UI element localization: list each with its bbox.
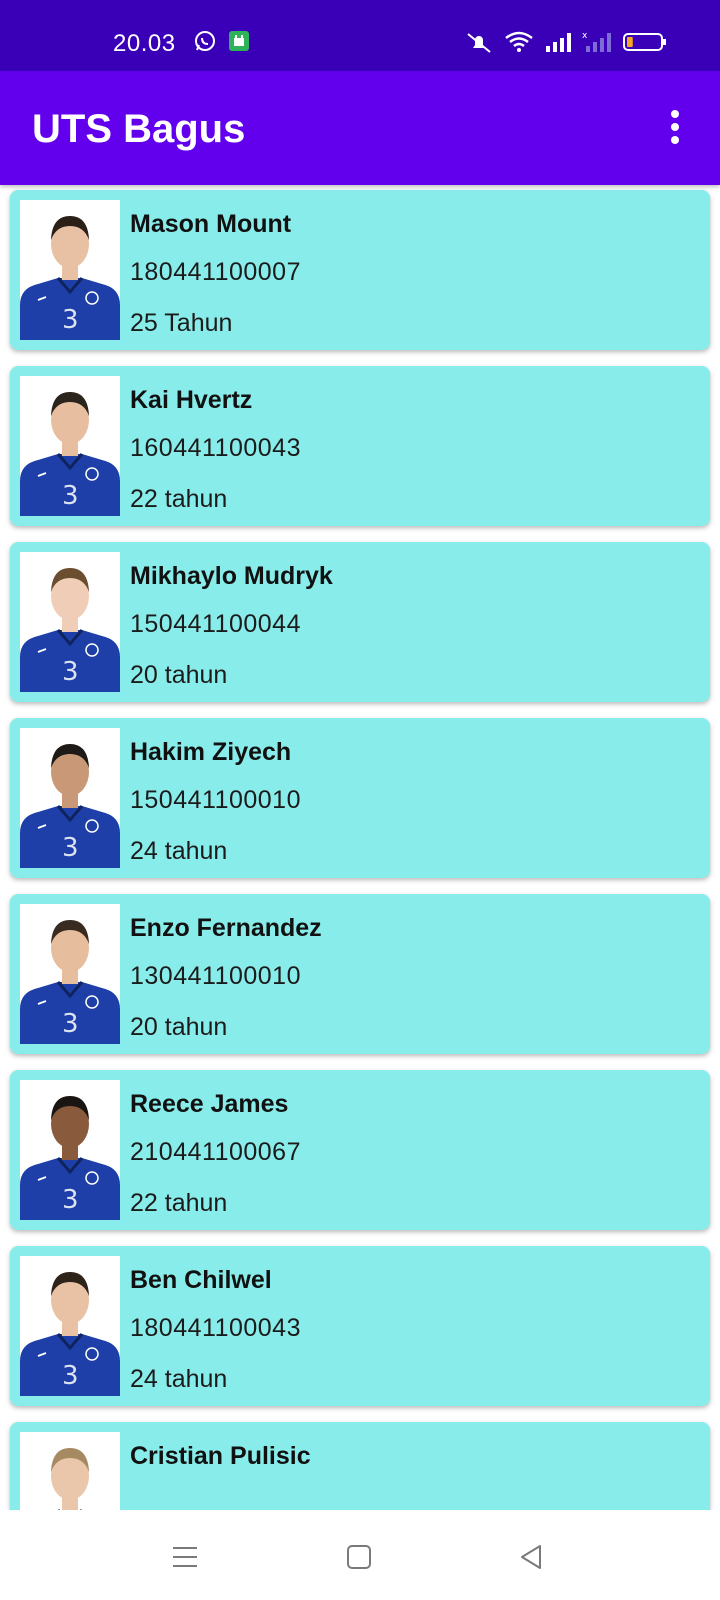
- player-portrait-icon: 3: [20, 376, 120, 516]
- player-photo: 3: [20, 904, 120, 1044]
- player-age: 20 tahun: [130, 1013, 228, 1041]
- whatsapp-icon: [194, 30, 216, 57]
- player-portrait-icon: 3: [20, 1432, 120, 1510]
- player-photo: 3: [20, 1080, 120, 1220]
- player-card[interactable]: 3 Reece James 210441100067 22 tahun: [10, 1070, 710, 1230]
- player-age: 20 tahun: [130, 661, 228, 689]
- overflow-menu-button[interactable]: [650, 99, 700, 155]
- player-card[interactable]: 3 Enzo Fernandez 130441100010 20 tahun: [10, 894, 710, 1054]
- navigation-bar: [0, 1510, 720, 1600]
- svg-text:3: 3: [62, 657, 79, 687]
- svg-text:x: x: [582, 31, 588, 41]
- app-notification-icon: [228, 30, 250, 57]
- recent-apps-button[interactable]: [160, 1532, 210, 1582]
- player-id: 130441100010: [130, 962, 301, 990]
- svg-text:3: 3: [62, 1185, 79, 1215]
- player-card[interactable]: 3 Cristian Pulisic: [10, 1422, 710, 1510]
- player-id: 180441100007: [130, 258, 301, 286]
- player-name: Mikhaylo Mudryk: [130, 562, 333, 590]
- battery-icon: [622, 30, 668, 59]
- player-name: Ben Chilwel: [130, 1266, 272, 1294]
- player-id: 160441100043: [130, 434, 301, 462]
- svg-text:3: 3: [62, 1009, 79, 1039]
- player-card[interactable]: 3 Kai Hvertz 160441100043 22 tahun: [10, 366, 710, 526]
- player-name: Hakim Ziyech: [130, 738, 292, 766]
- player-name: Cristian Pulisic: [130, 1442, 311, 1470]
- player-portrait-icon: 3: [20, 904, 120, 1044]
- player-card[interactable]: 3 Hakim Ziyech 150441100010 24 tahun: [10, 718, 710, 878]
- player-card[interactable]: 3 Mason Mount 180441100007 25 Tahun: [10, 190, 710, 350]
- player-age: 22 tahun: [130, 1189, 228, 1217]
- svg-text:3: 3: [62, 305, 79, 335]
- player-photo: 3: [20, 552, 120, 692]
- player-name: Mason Mount: [130, 210, 292, 238]
- player-age: 24 tahun: [130, 1365, 228, 1393]
- player-portrait-icon: 3: [20, 728, 120, 868]
- app-title: UTS Bagus: [32, 107, 246, 151]
- mute-icon: [464, 30, 494, 59]
- status-time: 20.03: [113, 30, 176, 57]
- wifi-icon: [504, 30, 534, 59]
- player-list[interactable]: 3 Mason Mount 180441100007 25 Tahun 3 Ka…: [0, 185, 720, 1510]
- player-id: 210441100067: [130, 1138, 301, 1166]
- status-left-icons: [194, 30, 250, 57]
- player-age: 25 Tahun: [130, 309, 233, 337]
- player-name: Kai Hvertz: [130, 386, 253, 414]
- app-bar: UTS Bagus: [0, 71, 720, 185]
- status-bar: 20.03 x: [0, 0, 720, 71]
- player-photo: 3: [20, 376, 120, 516]
- player-portrait-icon: 3: [20, 1080, 120, 1220]
- home-button[interactable]: [334, 1532, 384, 1582]
- player-card[interactable]: 3 Ben Chilwel 180441100043 24 tahun: [10, 1246, 710, 1406]
- player-id: 150441100044: [130, 610, 301, 638]
- more-vert-icon: [671, 110, 679, 144]
- player-name: Reece James: [130, 1090, 289, 1118]
- player-id: 150441100010: [130, 786, 301, 814]
- player-age: 22 tahun: [130, 485, 228, 513]
- back-icon: [521, 1545, 541, 1569]
- status-right-icons: x: [464, 30, 668, 59]
- player-photo: 3: [20, 200, 120, 340]
- player-portrait-icon: 3: [20, 200, 120, 340]
- signal-icon: [544, 30, 572, 59]
- player-name: Enzo Fernandez: [130, 914, 322, 942]
- player-portrait-icon: 3: [20, 552, 120, 692]
- svg-text:3: 3: [62, 1361, 79, 1391]
- player-age: 24 tahun: [130, 837, 228, 865]
- back-button[interactable]: [506, 1532, 556, 1582]
- player-photo: 3: [20, 1432, 120, 1510]
- home-icon: [347, 1545, 371, 1569]
- recent-apps-icon: [173, 1547, 197, 1567]
- player-portrait-icon: 3: [20, 1256, 120, 1396]
- player-id: 180441100043: [130, 1314, 301, 1342]
- svg-text:3: 3: [62, 481, 79, 511]
- signal-no-sim-icon: x: [582, 30, 612, 59]
- player-photo: 3: [20, 1256, 120, 1396]
- player-photo: 3: [20, 728, 120, 868]
- player-card[interactable]: 3 Mikhaylo Mudryk 150441100044 20 tahun: [10, 542, 710, 702]
- svg-text:3: 3: [62, 833, 79, 863]
